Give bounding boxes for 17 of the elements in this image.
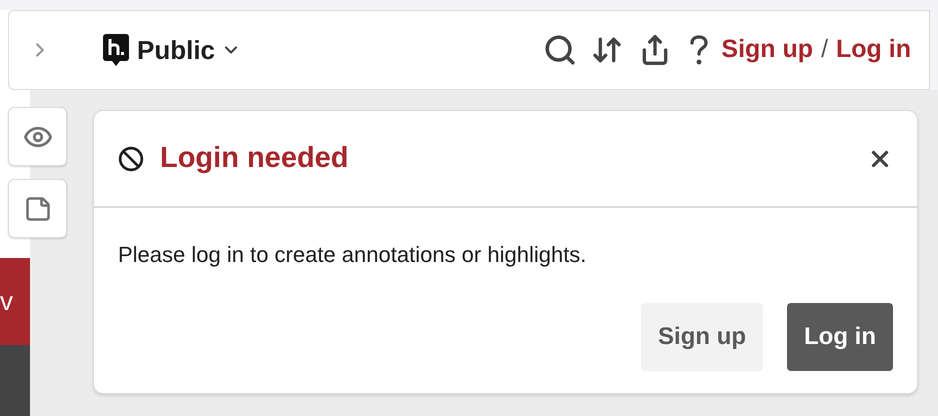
log-in-link[interactable]: Log in: [836, 31, 911, 69]
sign-up-button[interactable]: Sign up: [641, 303, 764, 371]
separator-text: /: [821, 34, 828, 66]
sign-up-link[interactable]: Sign up: [721, 31, 814, 69]
annotations-tab[interactable]: [8, 179, 67, 238]
dialog-title: Login needed: [160, 140, 348, 176]
highlights-tab[interactable]: [8, 107, 67, 166]
group-selector[interactable]: Public: [137, 30, 242, 70]
help-icon[interactable]: [689, 34, 710, 66]
banner-text: v: [0, 285, 13, 318]
logo-icon: [103, 34, 129, 66]
note-icon: [24, 194, 52, 222]
page-footer: [0, 345, 30, 416]
dialog-message: Please log in to create annotations or highlights.: [118, 241, 588, 269]
log-in-button[interactable]: Log in: [787, 303, 893, 371]
blocked-icon: [118, 146, 144, 172]
search-icon[interactable]: [543, 33, 578, 67]
